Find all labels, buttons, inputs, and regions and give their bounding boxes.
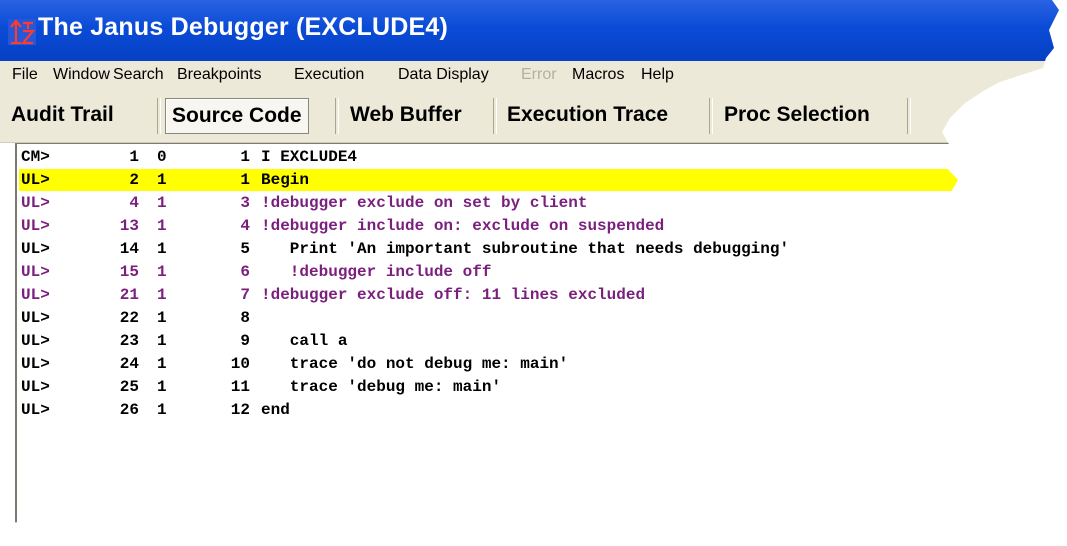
- menu-window[interactable]: Window: [53, 66, 110, 84]
- line-field-c3: 8: [240, 309, 250, 327]
- menu-help[interactable]: Help: [641, 66, 674, 84]
- source-line[interactable]: UL> 14 1 5 Print 'An important subroutine t…: [19, 238, 1059, 260]
- tab-separator: [335, 98, 339, 134]
- tab-audit-trail[interactable]: Audit Trail: [5, 98, 120, 132]
- source-text: I EXCLUDE4: [261, 148, 358, 166]
- source-text: Begin: [261, 171, 310, 189]
- line-field-prefix: UL>: [21, 332, 50, 350]
- line-field-c2: 1: [157, 378, 167, 396]
- source-text: !debugger exclude on set by client: [261, 194, 588, 212]
- source-text: trace 'debug me: main': [261, 378, 502, 396]
- janus-logo-icon: [8, 19, 36, 45]
- source-text: Print 'An important subroutine that need…: [261, 240, 790, 258]
- title-bar[interactable]: The Janus Debugger (EXCLUDE4): [0, 0, 1059, 61]
- source-line[interactable]: UL> 4 1 3 !debugger exclude on set by client: [19, 192, 1059, 214]
- line-field-c2: 1: [157, 332, 167, 350]
- line-field-c3: 6: [240, 263, 250, 281]
- line-field-c2: 1: [157, 171, 167, 189]
- source-line[interactable]: CM> 1 0 1 I EXCLUDE4: [19, 146, 1059, 168]
- menu-macros[interactable]: Macros: [572, 66, 624, 84]
- debugger-window: The Janus Debugger (EXCLUDE4) File Window…: [0, 0, 1059, 523]
- source-text: end: [261, 401, 290, 419]
- line-field-c3: 4: [240, 217, 250, 235]
- line-field-c1: 15: [119, 263, 139, 281]
- tab-web-buffer[interactable]: Web Buffer: [344, 98, 468, 132]
- line-field-c1: 14: [119, 240, 139, 258]
- line-field-c2: 1: [157, 309, 167, 327]
- line-field-c2: 1: [157, 194, 167, 212]
- tab-separator: [709, 98, 713, 134]
- line-field-c1: 4: [129, 194, 139, 212]
- line-field-c3: 7: [240, 286, 250, 304]
- window-title: The Janus Debugger (EXCLUDE4): [38, 13, 449, 41]
- line-field-c2: 1: [157, 401, 167, 419]
- source-text: !debugger include on: exclude on suspend…: [261, 217, 665, 235]
- tab-proc-selection[interactable]: Proc Selection: [718, 98, 876, 132]
- source-line[interactable]: UL> 22 1 8: [19, 307, 1059, 329]
- source-text: !debugger exclude off: 11 lines excluded: [261, 286, 646, 304]
- line-field-c3: 9: [240, 332, 250, 350]
- line-field-c2: 1: [157, 217, 167, 235]
- tab-separator: [907, 98, 911, 134]
- menu-search[interactable]: Search: [113, 66, 164, 84]
- tab-execution-trace[interactable]: Execution Trace: [501, 98, 674, 132]
- source-line[interactable]: UL> 21 1 7 !debugger exclude off: 11 lines e…: [19, 284, 1059, 306]
- tab-bar: Audit Trail Source Code Web Buffer Executio…: [0, 88, 1059, 143]
- line-field-c1: 2: [129, 171, 139, 189]
- line-field-prefix: UL>: [21, 263, 50, 281]
- line-field-c1: 26: [119, 401, 139, 419]
- line-field-c2: 0: [157, 148, 167, 166]
- source-line[interactable]: UL> 15 1 6 !debugger include off: [19, 261, 1059, 283]
- line-field-c2: 1: [157, 355, 167, 373]
- source-line[interactable]: UL> 25 1 11 trace 'debug me: main': [19, 376, 1059, 398]
- line-field-prefix: UL>: [21, 309, 50, 327]
- line-field-c1: 24: [119, 355, 139, 373]
- line-field-prefix: UL>: [21, 194, 50, 212]
- source-text: !debugger include off: [261, 263, 492, 281]
- line-field-c1: 23: [119, 332, 139, 350]
- line-field-c3: 10: [230, 355, 250, 373]
- line-field-c3: 11: [230, 378, 250, 396]
- line-field-c1: 13: [119, 217, 139, 235]
- line-field-prefix: CM>: [21, 148, 50, 166]
- source-line[interactable]: UL> 23 1 9 call a: [19, 330, 1059, 352]
- line-field-c3: 3: [240, 194, 250, 212]
- line-field-c1: 25: [119, 378, 139, 396]
- line-field-c3: 5: [240, 240, 250, 258]
- line-field-prefix: UL>: [21, 286, 50, 304]
- source-line[interactable]: UL> 26 1 12 end: [19, 399, 1059, 421]
- source-code-pane[interactable]: CM> 1 0 1 I EXCLUDE4 UL> 2 1 1 Begin UL> 4 1 3 !debugg…: [15, 143, 1059, 523]
- menu-bar: File Window Search Breakpoints Execution Data…: [0, 61, 1059, 88]
- line-field-prefix: UL>: [21, 240, 50, 258]
- tab-separator: [493, 98, 497, 134]
- tab-separator: [157, 98, 161, 134]
- source-line[interactable]: UL> 24 1 10 trace 'do not debug me: main': [19, 353, 1059, 375]
- source-text: call a: [261, 332, 348, 350]
- line-field-c3: 1: [240, 171, 250, 189]
- source-line[interactable]: UL> 13 1 4 !debugger include on: exclude on …: [19, 215, 1059, 237]
- line-field-c2: 1: [157, 240, 167, 258]
- menu-file[interactable]: File: [12, 66, 38, 84]
- line-field-c2: 1: [157, 286, 167, 304]
- line-field-prefix: UL>: [21, 401, 50, 419]
- line-field-c1: 21: [119, 286, 139, 304]
- line-field-prefix: UL>: [21, 355, 50, 373]
- line-field-c1: 1: [129, 148, 139, 166]
- menu-breakpoints[interactable]: Breakpoints: [177, 66, 262, 84]
- line-field-c3: 12: [230, 401, 250, 419]
- tab-source-code[interactable]: Source Code: [165, 98, 309, 134]
- current-source-line[interactable]: UL> 2 1 1 Begin: [19, 169, 1059, 191]
- line-field-c3: 1: [240, 148, 250, 166]
- line-field-c2: 1: [157, 263, 167, 281]
- line-field-prefix: UL>: [21, 378, 50, 396]
- menu-data-display[interactable]: Data Display: [398, 66, 489, 84]
- menu-error: Error: [521, 66, 557, 83]
- source-text: trace 'do not debug me: main': [261, 355, 569, 373]
- menu-execution[interactable]: Execution: [294, 66, 364, 84]
- line-field-prefix: UL>: [21, 217, 50, 235]
- line-field-prefix: UL>: [21, 171, 50, 189]
- line-field-c1: 22: [119, 309, 139, 327]
